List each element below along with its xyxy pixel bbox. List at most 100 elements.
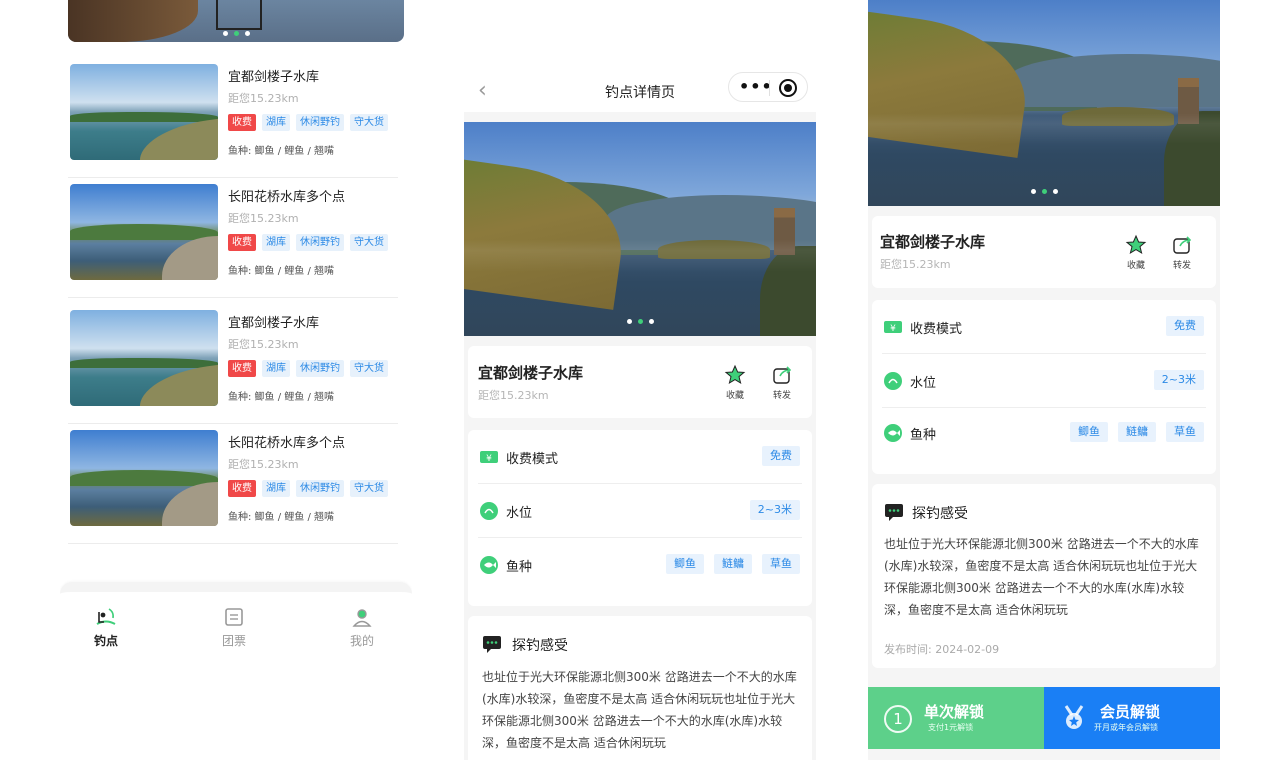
spot-title[interactable]: 长阳花桥水库多个点	[228, 432, 345, 451]
carousel-dot-active	[1041, 189, 1047, 194]
fee-tag: 收费	[228, 234, 256, 251]
favorite-label: 收藏	[725, 391, 744, 401]
fish-chip: 草鱼	[762, 554, 800, 574]
fee-tag: 收费	[228, 360, 256, 377]
experience-text: 也址位于光大环保能源北侧300米 岔路进去一个不大的水库(水库)水较深，鱼密度不…	[884, 537, 1199, 617]
experience-text: 也址位于光大环保能源北侧300米 岔路进去一个不大的水库(水库)水较深，鱼密度不…	[482, 670, 797, 750]
fee-tag: 收费	[228, 480, 256, 497]
spot-card[interactable]: 长阳花桥水库多个点 距您15.23km 收费 湖库 休闲野钓 守大货 鱼种: 鲫…	[68, 184, 398, 298]
spot-distance: 距您15.23km	[228, 212, 299, 225]
tab-ticket[interactable]: 团票	[204, 606, 264, 649]
spot-thumbnail	[70, 430, 218, 526]
spot-distance: 距您15.23km	[880, 258, 951, 271]
water-value: 2~3米	[1153, 370, 1204, 390]
banner-dot	[222, 31, 228, 36]
banner-dot-active	[233, 31, 239, 36]
tag: 湖库	[262, 234, 290, 251]
tab-label: 团票	[221, 634, 246, 648]
favorite-label: 收藏	[1126, 261, 1145, 271]
carousel-dots	[464, 319, 816, 324]
single-unlock-button[interactable]: 1 单次解锁 支付1元解锁	[868, 687, 1044, 749]
spot-distance: 距您15.23km	[478, 389, 549, 402]
fish-chip: 鲫鱼	[666, 554, 704, 574]
spot-thumbnail	[70, 184, 218, 280]
star-icon	[1125, 234, 1147, 255]
member-unlock-button[interactable]: 会员解锁 开月或年会员解锁	[1044, 687, 1220, 749]
fish-row: 鱼种 鲫鱼 鲢鳙 草鱼	[882, 406, 1206, 460]
tag: 休闲野钓	[296, 114, 344, 131]
member-unlock-title: 会员解锁	[1100, 703, 1161, 721]
tag: 休闲野钓	[296, 234, 344, 251]
favorite-button[interactable]: 收藏	[718, 364, 752, 401]
fee-row: ¥ 收费模式 免费	[478, 430, 802, 484]
spot-detail-screen: ‹ 钓点详情页 ••• 宜都剑楼子水库 距您15.23km 收藏 转发 ¥ 收费…	[464, 0, 816, 760]
fish-label: 鱼种	[506, 560, 533, 575]
spot-distance: 距您15.23km	[228, 458, 299, 471]
fee-row: ¥ 收费模式 免费	[882, 300, 1206, 354]
water-level-icon	[884, 372, 902, 390]
spot-distance: 距您15.23km	[228, 92, 299, 105]
spot-card[interactable]: 宜都剑楼子水库 距您15.23km 收费 湖库 休闲野钓 守大货 鱼种: 鲫鱼 …	[68, 310, 398, 424]
water-row: 水位 2~3米	[882, 354, 1206, 408]
tab-mine[interactable]: 我的	[332, 606, 392, 649]
tag: 守大货	[350, 480, 388, 497]
chat-icon	[483, 636, 501, 653]
spot-fish: 鱼种: 鲫鱼 / 鲤鱼 / 翘嘴	[228, 392, 335, 403]
target-icon[interactable]	[779, 79, 797, 97]
more-icon[interactable]: •••	[739, 77, 773, 96]
nav-bar: ‹ 钓点详情页 •••	[464, 70, 816, 112]
share-button[interactable]: 转发	[765, 364, 799, 401]
tag: 休闲野钓	[296, 480, 344, 497]
spot-tags: 收费 湖库 休闲野钓 守大货	[228, 234, 388, 251]
spot-title[interactable]: 宜都剑楼子水库	[228, 66, 319, 85]
chair-shape	[216, 0, 262, 30]
spot-info-card: 宜都剑楼子水库 距您15.23km 收藏 转发	[468, 346, 812, 418]
experience-title: 探钓感受	[512, 638, 568, 654]
fish-chip: 鲢鳙	[1118, 422, 1156, 442]
water-label: 水位	[910, 376, 937, 391]
favorite-button[interactable]: 收藏	[1119, 234, 1153, 271]
tag: 守大货	[350, 234, 388, 251]
spot-attributes-card: ¥ 收费模式 免费 水位 2~3米 鱼种 鲫鱼 鲢鳙 草鱼	[872, 300, 1216, 474]
spot-carousel[interactable]	[464, 122, 816, 336]
spot-title[interactable]: 长阳花桥水库多个点	[228, 186, 345, 205]
water-row: 水位 2~3米	[478, 484, 802, 538]
water-label: 水位	[506, 506, 533, 521]
ticket-icon	[225, 608, 243, 626]
spot-fish: 鱼种: 鲫鱼 / 鲤鱼 / 翘嘴	[228, 512, 335, 523]
tag: 守大货	[350, 114, 388, 131]
spot-tags: 收费 湖库 休闲野钓 守大货	[228, 360, 388, 377]
spot-title[interactable]: 宜都剑楼子水库	[228, 312, 319, 331]
spot-carousel[interactable]	[868, 0, 1220, 206]
spot-thumbnail	[70, 64, 218, 160]
carousel-dot	[1052, 189, 1058, 194]
ticket-icon: ¥	[480, 451, 498, 464]
tag: 湖库	[262, 360, 290, 377]
carousel-dots	[868, 189, 1220, 194]
share-icon	[773, 366, 792, 384]
spot-fish: 鱼种: 鲫鱼 / 鲤鱼 / 翘嘴	[228, 266, 335, 277]
tab-fishing-spot[interactable]: 钓点	[76, 606, 136, 649]
carousel-dot	[626, 319, 632, 324]
banner-dot	[244, 31, 250, 36]
banner-image[interactable]	[68, 0, 404, 42]
spot-card[interactable]: 宜都剑楼子水库 距您15.23km 收费 湖库 休闲野钓 守大货 鱼种: 鲫鱼 …	[68, 64, 398, 178]
fee-label: 收费模式	[506, 452, 559, 467]
spot-card[interactable]: 长阳花桥水库多个点 距您15.23km 收费 湖库 休闲野钓 守大货 鱼种: 鲫…	[68, 430, 398, 544]
fish-icon	[480, 556, 498, 574]
tag: 守大货	[350, 360, 388, 377]
star-icon	[724, 364, 746, 385]
water-value: 2~3米	[749, 500, 800, 520]
water-level-icon	[480, 502, 498, 520]
spot-tags: 收费 湖库 休闲野钓 守大货	[228, 114, 388, 131]
member-unlock-subtitle: 开月或年会员解锁	[1094, 723, 1158, 732]
fee-value: 免费	[1166, 316, 1204, 336]
share-button[interactable]: 转发	[1165, 234, 1199, 271]
spot-name: 宜都剑楼子水库	[880, 233, 986, 251]
svg-text:¥: ¥	[890, 324, 896, 334]
fee-value: 免费	[762, 446, 800, 466]
carousel-dot-active	[637, 319, 643, 324]
share-icon	[1173, 236, 1192, 254]
fish-row: 鱼种 鲫鱼 鲢鳙 草鱼	[478, 538, 802, 592]
ticket-icon: ¥	[884, 321, 902, 334]
